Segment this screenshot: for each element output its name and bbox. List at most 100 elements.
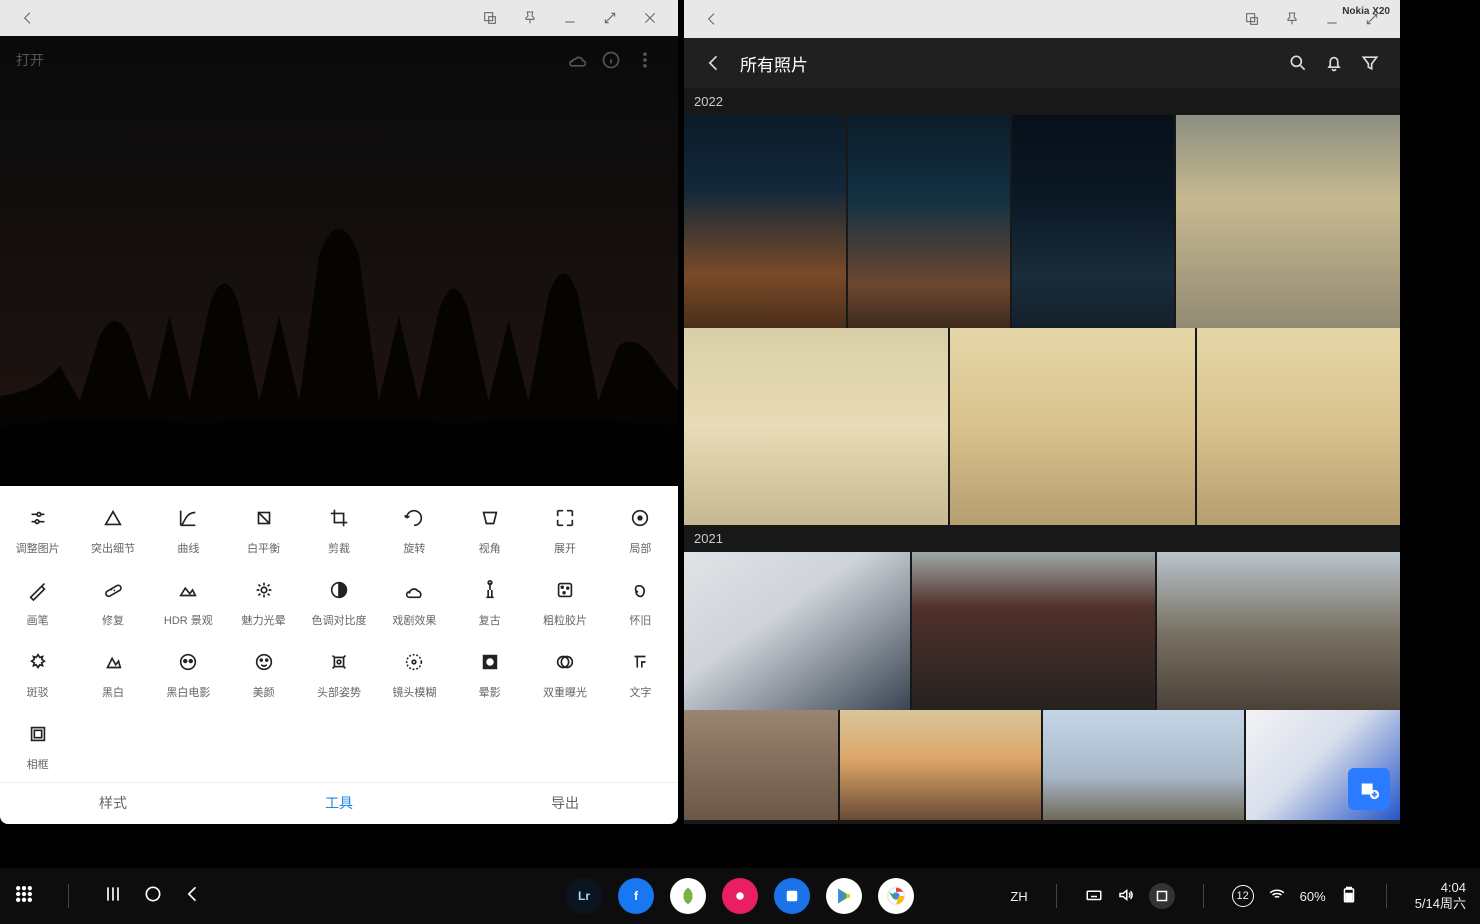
app-snapseed[interactable]	[670, 878, 706, 914]
clock[interactable]: 4:04 5/14周六	[1415, 880, 1466, 911]
tool-noir[interactable]: 黑白电影	[151, 648, 226, 700]
screenshot-button[interactable]	[1238, 5, 1266, 33]
app-lightroom[interactable]: Lr	[566, 878, 602, 914]
search-icon[interactable]	[1280, 45, 1316, 81]
filter-icon[interactable]	[1352, 45, 1388, 81]
tool-wb[interactable]: 白平衡	[226, 504, 301, 556]
recent-icon[interactable]	[103, 884, 123, 909]
photo-thumb[interactable]	[684, 710, 838, 820]
photo-thumb[interactable]	[1197, 328, 1400, 525]
tool-perspective[interactable]: 视角	[452, 504, 527, 556]
more-icon[interactable]	[628, 43, 662, 77]
wb-icon	[250, 504, 278, 532]
tool-hdr[interactable]: HDR 景观	[151, 576, 226, 628]
tool-bandage[interactable]: 修复	[75, 576, 150, 628]
app-facebook[interactable]: f	[618, 878, 654, 914]
add-photo-fab[interactable]	[1348, 768, 1390, 810]
cloud-icon[interactable]	[560, 43, 594, 77]
wifi-icon[interactable]	[1268, 886, 1286, 907]
battery-icon[interactable]	[1340, 886, 1358, 907]
image-canvas[interactable]: 打开	[0, 36, 678, 485]
screenshot-button[interactable]	[476, 4, 504, 32]
tool-face[interactable]: 美颜	[226, 648, 301, 700]
tool-bw[interactable]: 黑白	[75, 648, 150, 700]
year-2021: 2021	[684, 525, 1400, 552]
bottom-tabs: 样式 工具 导出	[0, 782, 678, 824]
photo-thumb[interactable]	[684, 552, 910, 710]
tool-triangle[interactable]: 突出细节	[75, 504, 150, 556]
photo-thumb[interactable]	[1012, 115, 1174, 328]
snapseed-window: 打开 调整图片突出细节曲线白平衡剪裁旋转视角展开局部画笔修复HDR 景观魅力光晕…	[0, 0, 678, 824]
taskbar: Lr f ZH 12 60% 4:04 5/14周六	[0, 868, 1480, 924]
gallery-header: 所有照片	[684, 38, 1400, 88]
tool-double[interactable]: 双重曝光	[527, 648, 602, 700]
tool-vintage[interactable]: 复古	[452, 576, 527, 628]
left-titlebar	[0, 0, 678, 36]
photo-thumb[interactable]	[1043, 710, 1244, 820]
tool-drama[interactable]: 戏剧效果	[377, 576, 452, 628]
tool-grunge[interactable]: 斑驳	[0, 648, 75, 700]
headpose-icon	[325, 648, 353, 676]
hdr-icon	[174, 576, 202, 604]
tool-vignette[interactable]: 晕影	[452, 648, 527, 700]
bell-icon[interactable]	[1316, 45, 1352, 81]
maximize-button[interactable]	[596, 4, 624, 32]
pin-button[interactable]	[516, 4, 544, 32]
vintage-icon	[476, 576, 504, 604]
apps-icon[interactable]	[14, 884, 34, 909]
photo-thumb[interactable]	[840, 710, 1041, 820]
close-button[interactable]	[636, 4, 664, 32]
photo-thumb[interactable]	[684, 328, 948, 525]
back-icon[interactable]	[696, 45, 732, 81]
tool-grain[interactable]: 粗粒胶片	[527, 576, 602, 628]
ime-indicator[interactable]: ZH	[1010, 889, 1027, 904]
tool-target[interactable]: 局部	[603, 504, 678, 556]
tool-lensblur[interactable]: 镜头模糊	[377, 648, 452, 700]
photo-thumb[interactable]	[1176, 115, 1400, 328]
tool-sliders[interactable]: 调整图片	[0, 504, 75, 556]
tool-expand[interactable]: 展开	[527, 504, 602, 556]
photo-thumb[interactable]	[848, 115, 1010, 328]
tool-curves[interactable]: 曲线	[151, 504, 226, 556]
lensblur-icon	[400, 648, 428, 676]
volume-icon[interactable]	[1117, 886, 1135, 907]
tool-frame[interactable]: 相框	[0, 720, 75, 772]
tool-crop[interactable]: 剪裁	[301, 504, 376, 556]
tool-brush[interactable]: 画笔	[0, 576, 75, 628]
app-playstore[interactable]	[826, 878, 862, 914]
drama-icon	[400, 576, 428, 604]
tab-style[interactable]: 样式	[0, 783, 226, 824]
tool-text[interactable]: 文字	[603, 648, 678, 700]
screenshot-tray-icon[interactable]	[1149, 883, 1175, 909]
tab-tool[interactable]: 工具	[226, 783, 452, 824]
app-gallery[interactable]	[774, 878, 810, 914]
home-icon[interactable]	[143, 884, 163, 909]
year-2022: 2022	[684, 88, 1400, 115]
expand-icon	[551, 504, 579, 532]
tool-retro[interactable]: 怀旧	[603, 576, 678, 628]
photo-thumb[interactable]	[912, 552, 1155, 710]
app-chrome[interactable]	[878, 878, 914, 914]
open-button[interactable]: 打开	[16, 50, 44, 70]
photo-thumb[interactable]	[684, 115, 846, 328]
tool-rotate[interactable]: 旋转	[377, 504, 452, 556]
tool-headpose[interactable]: 头部姿势	[301, 648, 376, 700]
keyboard-icon[interactable]	[1085, 886, 1103, 907]
tool-contrast[interactable]: 色调对比度	[301, 576, 376, 628]
glow-icon	[250, 576, 278, 604]
tool-glow[interactable]: 魅力光晕	[226, 576, 301, 628]
info-icon[interactable]	[594, 43, 628, 77]
brush-icon	[24, 576, 52, 604]
notification-count[interactable]: 12	[1232, 885, 1254, 907]
sliders-icon	[24, 504, 52, 532]
nav-back-icon[interactable]	[183, 884, 203, 909]
app-pink[interactable]	[722, 878, 758, 914]
minimize-button[interactable]	[556, 4, 584, 32]
back-button[interactable]	[14, 4, 42, 32]
photo-thumb[interactable]	[950, 328, 1194, 525]
photo-thumb[interactable]	[1157, 552, 1400, 710]
pin-button[interactable]	[1278, 5, 1306, 33]
back-button[interactable]	[698, 5, 726, 33]
retro-icon	[626, 576, 654, 604]
tab-export[interactable]: 导出	[452, 783, 678, 824]
